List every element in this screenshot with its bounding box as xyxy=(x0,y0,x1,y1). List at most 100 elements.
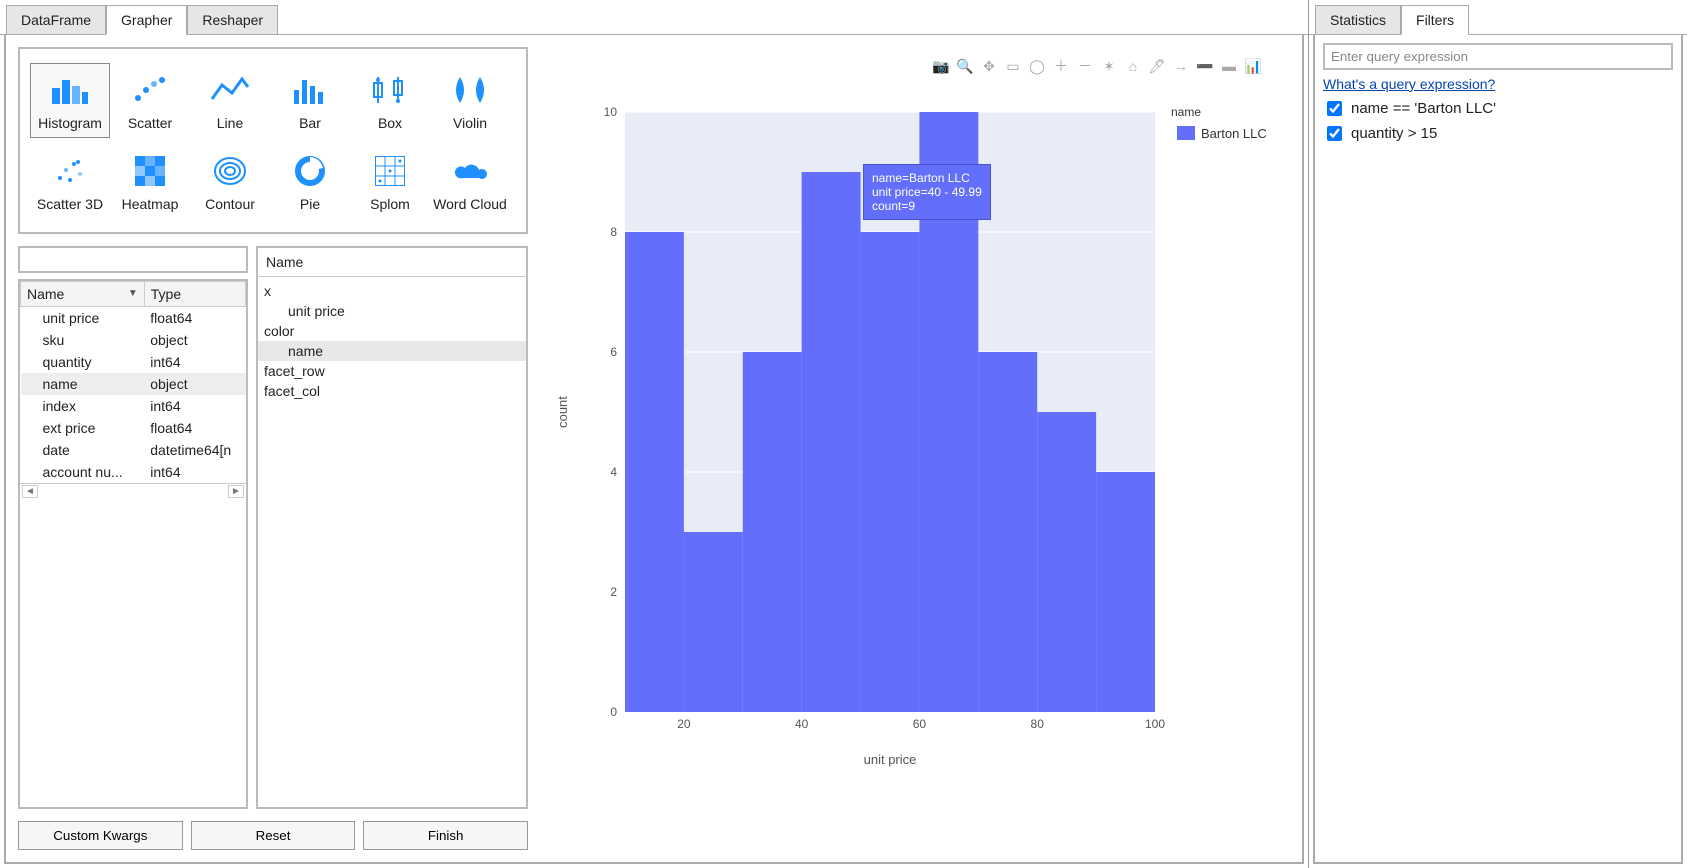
column-row[interactable]: indexint64 xyxy=(21,395,246,417)
violin-icon xyxy=(431,70,509,110)
chart-type-scatter3d[interactable]: Scatter 3D xyxy=(30,144,110,219)
chart-type-bar[interactable]: Bar xyxy=(270,63,350,138)
chart-type-wordcloud[interactable]: Word Cloud xyxy=(430,144,510,219)
reset-button[interactable]: Reset xyxy=(191,821,356,850)
filter-checkbox[interactable] xyxy=(1327,126,1342,141)
filter-checkbox[interactable] xyxy=(1327,101,1342,116)
column-search-input[interactable] xyxy=(18,246,248,273)
column-row[interactable]: skuobject xyxy=(21,329,246,351)
box-icon xyxy=(351,70,429,110)
chart-type-histogram[interactable]: Histogram xyxy=(30,63,110,138)
svg-text:20: 20 xyxy=(677,717,691,731)
modebar-pan-icon[interactable]: ✥ xyxy=(981,58,997,74)
svg-text:unit price: unit price xyxy=(864,752,917,767)
histogram-icon xyxy=(31,70,109,110)
chart-type-violin[interactable]: Violin xyxy=(430,63,510,138)
histogram-bar[interactable] xyxy=(1037,412,1096,712)
modebar-autoscale-icon[interactable]: ✶ xyxy=(1101,58,1117,74)
query-help-link[interactable]: What's a query expression? xyxy=(1323,76,1495,92)
chart-panel: 📷🔍✥▭◯＋－✶⌂🖊→➖▬📊 246810020406080100unit pr… xyxy=(540,47,1290,850)
slot-x[interactable]: x xyxy=(258,281,526,301)
plotly-modebar: 📷 🔍 ✥ ▭ ◯ ＋ － ✶ ⌂ 🖊 → ➖ ▬ 📊 xyxy=(933,58,1261,74)
modebar-camera-icon[interactable]: 📷 xyxy=(933,58,949,74)
dropzone-panel[interactable]: Name xunit pricecolornamefacet_rowfacet_… xyxy=(256,246,528,809)
tab-reshaper[interactable]: Reshaper xyxy=(187,5,278,35)
svg-text:name: name xyxy=(1171,105,1201,119)
tab-filters[interactable]: Filters xyxy=(1401,5,1469,35)
right-tabstrip: StatisticsFilters xyxy=(1309,0,1687,35)
filter-item[interactable]: name == 'Barton LLC' xyxy=(1323,96,1673,121)
chart-type-scatter[interactable]: Scatter xyxy=(110,63,190,138)
column-row[interactable]: account nu...int64 xyxy=(21,461,246,483)
filter-item[interactable]: quantity > 15 xyxy=(1323,121,1673,146)
histogram-bar[interactable] xyxy=(861,232,920,712)
svg-text:0: 0 xyxy=(610,705,617,719)
pie-icon xyxy=(271,151,349,191)
tab-statistics[interactable]: Statistics xyxy=(1315,5,1401,35)
filter-text: quantity > 15 xyxy=(1351,125,1437,142)
custom-kwargs-button[interactable]: Custom Kwargs xyxy=(18,821,183,850)
chart-type-splom[interactable]: Splom xyxy=(350,144,430,219)
slot-color-value[interactable]: name xyxy=(258,341,526,361)
line-icon xyxy=(191,70,269,110)
modebar-plotly-icon[interactable]: 📊 xyxy=(1245,58,1261,74)
histogram-bar[interactable] xyxy=(684,532,743,712)
config-column: HistogramScatterLineBarBoxViolin Scatter … xyxy=(18,47,528,850)
chart-tooltip: name=Barton LLC unit price=40 - 49.99 co… xyxy=(863,164,991,220)
chart-type-heatmap[interactable]: Heatmap xyxy=(110,144,190,219)
svg-text:100: 100 xyxy=(1145,717,1165,731)
chart-type-line[interactable]: Line xyxy=(190,63,270,138)
histogram-bar[interactable] xyxy=(978,352,1037,712)
query-expression-input[interactable] xyxy=(1323,43,1673,70)
tab-dataframe[interactable]: DataFrame xyxy=(6,5,106,35)
slot-x-value[interactable]: unit price xyxy=(258,301,526,321)
slot-facet_row[interactable]: facet_row xyxy=(258,361,526,381)
svg-text:6: 6 xyxy=(610,345,617,359)
columns-grid[interactable]: Name▼ Type unit pricefloat64skuobjectqua… xyxy=(18,279,248,809)
column-row[interactable]: datedatetime64[n xyxy=(21,439,246,461)
tab-grapher[interactable]: Grapher xyxy=(106,5,187,35)
histogram-bar[interactable] xyxy=(802,172,861,712)
splom-icon xyxy=(351,151,429,191)
slot-facet_col[interactable]: facet_col xyxy=(258,381,526,401)
svg-text:Barton LLC: Barton LLC xyxy=(1201,126,1267,141)
chart-type-picker: HistogramScatterLineBarBoxViolin Scatter … xyxy=(18,47,528,234)
column-row[interactable]: ext pricefloat64 xyxy=(21,417,246,439)
modebar-stylus-icon[interactable]: 🖊 xyxy=(1149,58,1165,74)
chart-type-box[interactable]: Box xyxy=(350,63,430,138)
col-header-type[interactable]: Type xyxy=(151,286,181,302)
histogram-bar[interactable] xyxy=(625,232,684,712)
modebar-zoomin-icon[interactable]: ＋ xyxy=(1053,58,1069,74)
slot-color[interactable]: color xyxy=(258,321,526,341)
chart-type-pie[interactable]: Pie xyxy=(270,144,350,219)
modebar-bars-icon[interactable]: ▬ xyxy=(1221,58,1237,74)
modebar-home-icon[interactable]: ⌂ xyxy=(1125,58,1141,74)
svg-text:10: 10 xyxy=(604,105,618,119)
svg-text:count: count xyxy=(555,396,570,428)
wordcloud-icon xyxy=(431,151,509,191)
modebar-zoomout-icon[interactable]: － xyxy=(1077,58,1093,74)
svg-text:2: 2 xyxy=(610,585,617,599)
contour-icon xyxy=(191,151,269,191)
col-header-name[interactable]: Name xyxy=(27,286,64,302)
histogram-bar[interactable] xyxy=(743,352,802,712)
column-row[interactable]: quantityint64 xyxy=(21,351,246,373)
modebar-lasso-icon[interactable]: ◯ xyxy=(1029,58,1045,74)
modebar-minus-icon[interactable]: ➖ xyxy=(1197,58,1213,74)
filter-text: name == 'Barton LLC' xyxy=(1351,100,1496,117)
finish-button[interactable]: Finish xyxy=(363,821,528,850)
histogram-bar[interactable] xyxy=(1096,472,1155,712)
svg-text:40: 40 xyxy=(795,717,809,731)
svg-text:80: 80 xyxy=(1031,717,1045,731)
column-row[interactable]: unit pricefloat64 xyxy=(21,306,246,329)
modebar-select-icon[interactable]: ▭ xyxy=(1005,58,1021,74)
dropzone-title: Name xyxy=(258,248,526,277)
heatmap-icon xyxy=(111,151,189,191)
hscrollbar[interactable]: ◄► xyxy=(20,483,246,499)
column-row[interactable]: nameobject xyxy=(21,373,246,395)
main-tabstrip: DataFrameGrapherReshaper xyxy=(0,0,1308,35)
modebar-arrow-icon[interactable]: → xyxy=(1173,58,1189,74)
chart-type-contour[interactable]: Contour xyxy=(190,144,270,219)
svg-text:4: 4 xyxy=(610,465,617,479)
modebar-zoom-icon[interactable]: 🔍 xyxy=(957,58,973,74)
